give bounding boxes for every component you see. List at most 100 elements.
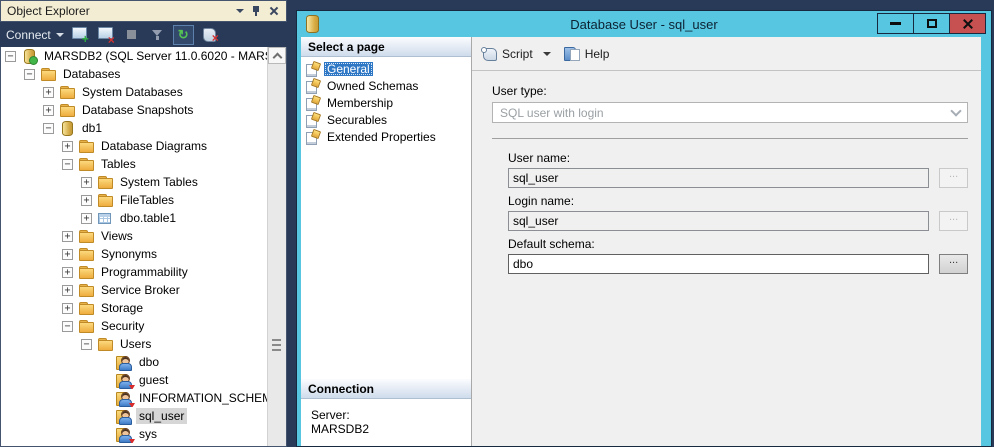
- expand-icon[interactable]: +: [43, 105, 54, 116]
- tree-item-sql-user[interactable]: sql_user: [1, 407, 286, 425]
- dialog-body: Select a page GeneralOwned SchemasMember…: [301, 37, 981, 446]
- tree-item-label: Database Diagrams: [98, 138, 210, 154]
- page-icon: [305, 96, 321, 110]
- disconnect-script-icon[interactable]: [199, 25, 220, 45]
- tree-item-sys[interactable]: sys: [1, 425, 286, 443]
- tree-item-label: guest: [136, 372, 171, 388]
- tree-item-dbo[interactable]: dbo: [1, 353, 286, 371]
- connection-info: Server: MARSDB2 Connection:: [301, 399, 471, 446]
- screen: Object Explorer Connect −MARSDB2 (SQL Se…: [0, 0, 994, 447]
- chevron-down-icon: [950, 105, 961, 116]
- default-schema-row: ...: [508, 254, 968, 274]
- default-schema-label: Default schema:: [508, 237, 968, 251]
- close-button[interactable]: [949, 13, 986, 34]
- tree-item-label: Synonyms: [98, 246, 160, 262]
- expand-icon[interactable]: +: [81, 177, 92, 188]
- collapse-icon[interactable]: −: [5, 51, 16, 62]
- select-a-page-header: Select a page: [301, 37, 471, 57]
- page-icon: [305, 130, 321, 144]
- tree-item-storage[interactable]: + Storage: [1, 299, 286, 317]
- tree-item-information-schema[interactable]: INFORMATION_SCHEMA: [1, 389, 286, 407]
- expand-icon[interactable]: +: [62, 249, 73, 260]
- connect-button[interactable]: Connect: [6, 28, 64, 42]
- page-item-general[interactable]: General: [301, 60, 471, 77]
- collapse-icon[interactable]: −: [81, 339, 92, 350]
- tree-item-db1[interactable]: −db1: [1, 119, 286, 137]
- pin-icon[interactable]: [248, 3, 265, 19]
- user-disabled-icon: [116, 373, 133, 388]
- tree-item-marsdb2-sql-server-11-0-6020-marsd[interactable]: − MARSDB2 (SQL Server 11.0.6020 - MARSD: [1, 47, 286, 65]
- tree-item-dbo-table1[interactable]: +dbo.table1: [1, 209, 286, 227]
- expand-icon[interactable]: +: [62, 285, 73, 296]
- tree-item-databases[interactable]: −Databases: [1, 65, 286, 83]
- help-button[interactable]: Help: [585, 47, 610, 61]
- folder-icon: [78, 265, 95, 280]
- tree-item-service-broker[interactable]: +Service Broker: [1, 281, 286, 299]
- dialog-toolbar: Script Help: [472, 37, 981, 71]
- expand-icon[interactable]: +: [62, 303, 73, 314]
- window-position-menu-icon[interactable]: [231, 3, 248, 19]
- expand-icon[interactable]: +: [62, 231, 73, 242]
- close-panel-icon[interactable]: [265, 3, 282, 19]
- tree-item-label: sql_user: [136, 408, 187, 424]
- expand-icon[interactable]: +: [81, 213, 92, 224]
- user-disabled-icon: [116, 391, 133, 406]
- tree-item-views[interactable]: +Views: [1, 227, 286, 245]
- tree-item-label: Storage: [98, 300, 146, 316]
- expand-icon[interactable]: +: [43, 87, 54, 98]
- tree-item-database-diagrams[interactable]: + Database Diagrams: [1, 137, 286, 155]
- object-explorer-toolbar: Connect: [0, 22, 287, 47]
- expand-icon[interactable]: +: [62, 141, 73, 152]
- refresh-icon[interactable]: [173, 25, 194, 45]
- page-item-label: Extended Properties: [324, 130, 439, 144]
- tree-item-synonyms[interactable]: + Synonyms: [1, 245, 286, 263]
- page-item-membership[interactable]: Membership: [301, 94, 471, 111]
- tree-item-tables[interactable]: − Tables: [1, 155, 286, 173]
- user-type-combobox: SQL user with login: [492, 102, 968, 123]
- page-item-extended-properties[interactable]: Extended Properties: [301, 128, 471, 145]
- user-icon: [116, 355, 133, 370]
- login-name-label: Login name:: [508, 194, 968, 208]
- user-name-browse-button: ...: [939, 168, 968, 188]
- tree-scrollbar[interactable]: [267, 47, 286, 446]
- disconnect-server-icon[interactable]: [95, 25, 116, 45]
- scroll-up-icon[interactable]: [268, 47, 286, 64]
- expand-icon[interactable]: +: [62, 267, 73, 278]
- connect-label: Connect: [6, 28, 51, 42]
- collapse-icon[interactable]: −: [43, 123, 54, 134]
- script-button[interactable]: Script: [502, 47, 533, 61]
- scrollbar-grip[interactable]: [272, 339, 281, 351]
- connect-server-icon[interactable]: [69, 25, 90, 45]
- collapse-icon[interactable]: −: [24, 69, 35, 80]
- page-item-securables[interactable]: Securables: [301, 111, 471, 128]
- folder-icon: [78, 229, 95, 244]
- page-icon: [305, 79, 321, 93]
- dialog-titlebar[interactable]: Database User - sql_user: [297, 11, 991, 37]
- collapse-icon[interactable]: −: [62, 321, 73, 332]
- page-item-owned-schemas[interactable]: Owned Schemas: [301, 77, 471, 94]
- tree-item-label: Users: [117, 336, 154, 352]
- maximize-button[interactable]: [913, 13, 950, 34]
- help-icon: [564, 46, 580, 61]
- minimize-button[interactable]: [877, 13, 914, 34]
- tree-item-security[interactable]: −Security: [1, 317, 286, 335]
- folder-icon: [78, 247, 95, 262]
- tree-item-guest[interactable]: guest: [1, 371, 286, 389]
- collapse-icon[interactable]: −: [62, 159, 73, 170]
- default-schema-input[interactable]: [508, 254, 929, 274]
- form-separator: [492, 138, 968, 139]
- expand-icon[interactable]: +: [81, 195, 92, 206]
- folder-icon: [78, 319, 95, 334]
- tree-item-system-databases[interactable]: +System Databases: [1, 83, 286, 101]
- script-dropdown-icon[interactable]: [543, 52, 551, 56]
- table-icon: [97, 211, 114, 226]
- tree-item-users[interactable]: − Users: [1, 335, 286, 353]
- default-schema-browse-button[interactable]: ...: [939, 254, 968, 274]
- tree-item-filetables[interactable]: +FileTables: [1, 191, 286, 209]
- tree-item-label: Tables: [98, 156, 139, 172]
- tree-item-programmability[interactable]: +Programmability: [1, 263, 286, 281]
- tree-item-database-snapshots[interactable]: +Database Snapshots: [1, 101, 286, 119]
- tree-item-system-tables[interactable]: +System Tables: [1, 173, 286, 191]
- page-item-label: Securables: [324, 113, 390, 127]
- tree-item-label: MARSDB2 (SQL Server 11.0.6020 - MARSD: [41, 48, 284, 64]
